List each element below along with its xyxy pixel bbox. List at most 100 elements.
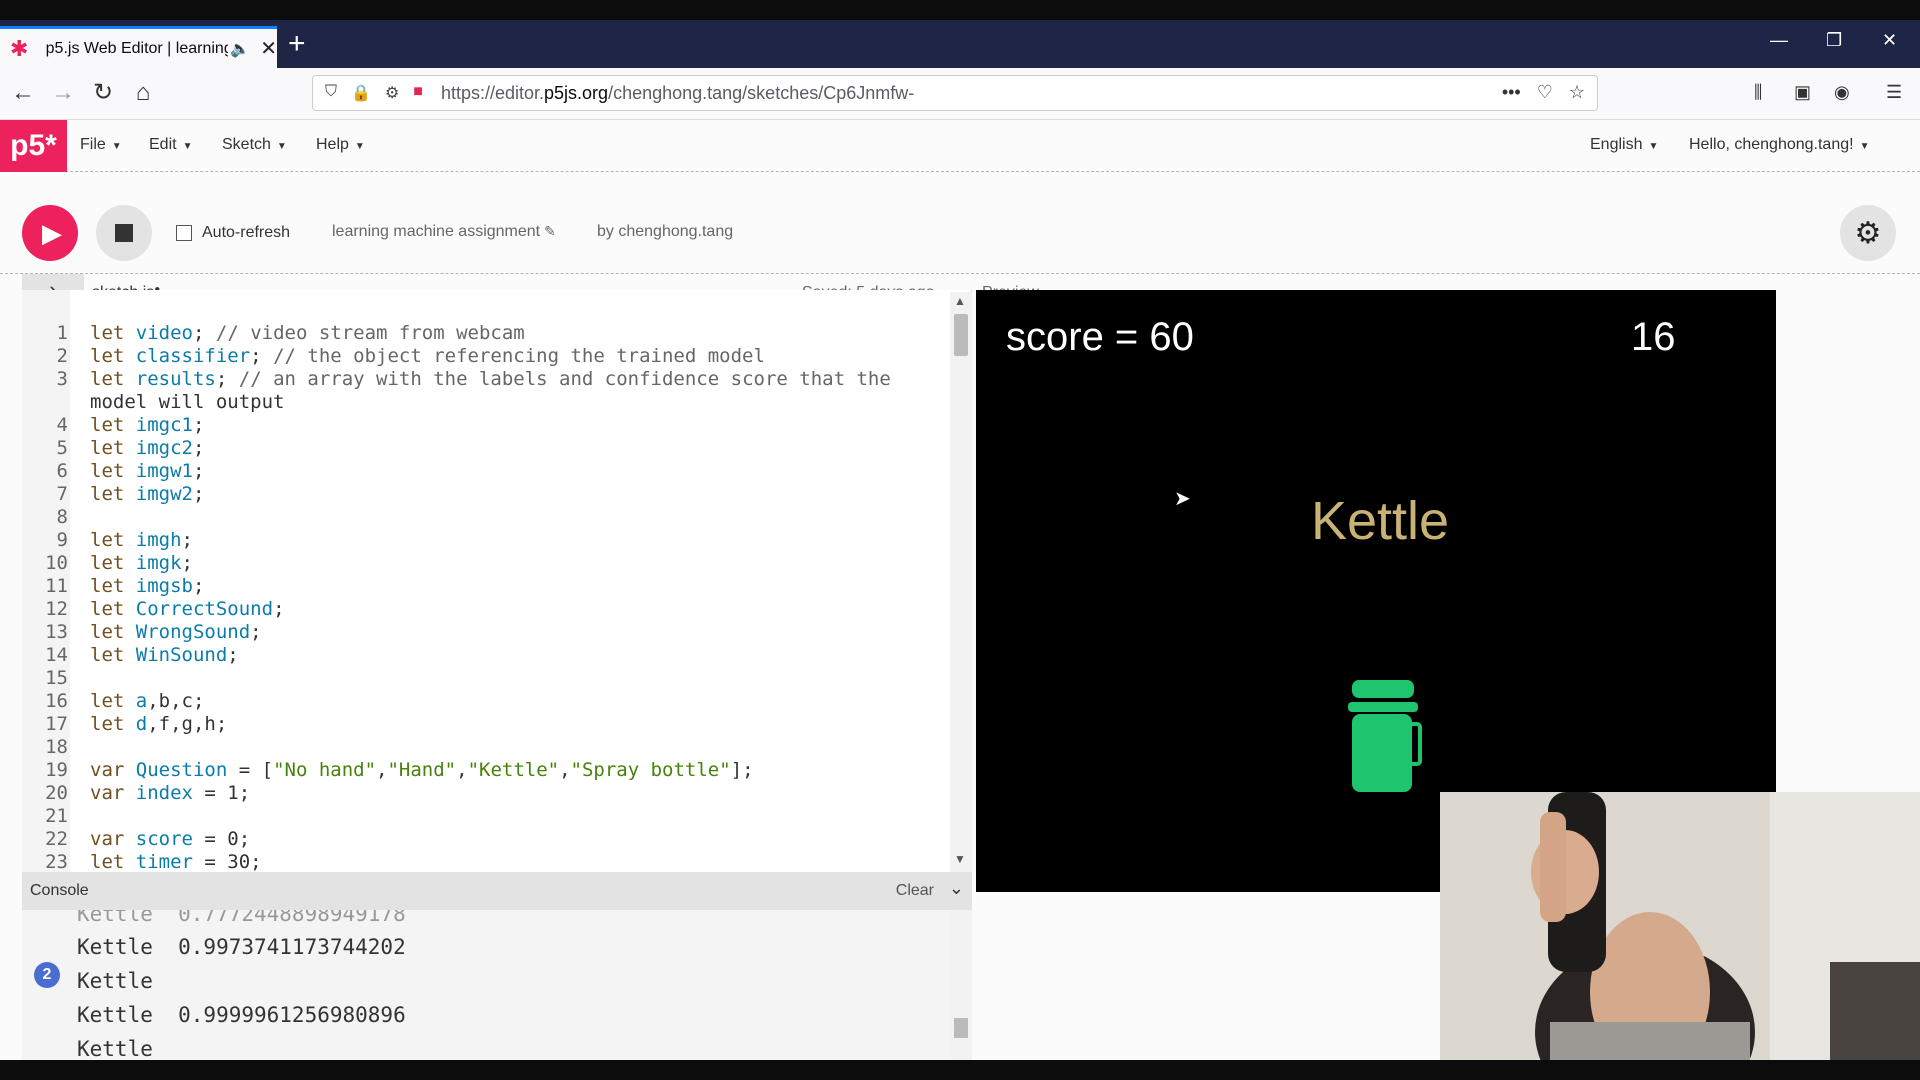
permissions-icon[interactable]: ⚙ xyxy=(385,83,399,103)
code-line[interactable]: 11 let imgsb; xyxy=(22,575,891,598)
code-line[interactable]: 19 var Question = ["No hand","Hand","Kett… xyxy=(22,759,891,782)
line-number: 16 xyxy=(45,690,68,712)
line-number: 9 xyxy=(56,529,68,551)
line-number: 22 xyxy=(45,828,68,850)
close-tab-icon[interactable]: ✕ xyxy=(260,36,277,61)
score-text: score = 60 xyxy=(1006,315,1194,359)
code-text: let imgk; xyxy=(90,552,193,574)
more-actions-icon[interactable]: ••• xyxy=(1502,82,1521,103)
project-name[interactable]: learning machine assignment ✎ xyxy=(332,223,556,241)
code-line[interactable]: 3 let results; // an array with the label… xyxy=(22,368,891,391)
code-line[interactable]: 21 xyxy=(22,805,891,828)
line-number: 12 xyxy=(45,598,68,620)
scroll-down-icon[interactable]: ▼ xyxy=(954,852,966,866)
code-line[interactable]: 20 var index = 1; xyxy=(22,782,891,805)
new-tab-button[interactable]: + xyxy=(288,29,306,59)
console-scrollbar[interactable] xyxy=(950,910,972,1060)
code-text: let imgw1; xyxy=(90,460,205,482)
library-icon[interactable]: ⫼ xyxy=(1754,82,1762,103)
hamburger-menu-icon[interactable]: ☰ xyxy=(1886,82,1902,103)
back-icon[interactable]: ← xyxy=(8,78,38,108)
lock-icon[interactable]: 🔒 xyxy=(351,83,371,103)
code-text: let imgsb; xyxy=(90,575,205,597)
home-icon[interactable]: ⌂ xyxy=(128,78,158,108)
line-number: 8 xyxy=(56,506,68,528)
play-button[interactable]: ▶ xyxy=(22,205,78,261)
camera-icon[interactable]: ■ xyxy=(413,83,423,103)
close-window-icon[interactable]: ✕ xyxy=(1882,30,1897,51)
line-number: 23 xyxy=(45,851,68,872)
pocket-icon[interactable]: ♡ xyxy=(1537,82,1553,103)
code-text: let classifier; // the object referencin… xyxy=(90,345,765,367)
code-line[interactable]: 5 let imgc2; xyxy=(22,437,891,460)
pencil-icon[interactable]: ✎ xyxy=(544,223,556,239)
editor-scrollbar[interactable]: ▲ ▼ xyxy=(950,292,972,872)
code-line[interactable]: 23 let timer = 30; xyxy=(22,851,891,872)
stop-button[interactable] xyxy=(96,205,152,261)
scroll-up-icon[interactable]: ▲ xyxy=(954,294,966,308)
user-menu[interactable]: Hello, chenghong.tang! ▼ xyxy=(1689,136,1869,154)
menu-sketch[interactable]: Sketch ▼ xyxy=(222,136,287,154)
code-line[interactable]: 6 let imgw1; xyxy=(22,460,891,483)
project-author[interactable]: by chenghong.tang xyxy=(597,223,733,241)
url-text[interactable]: https://editor.p5js.org/chenghong.tang/s… xyxy=(441,83,914,104)
auto-refresh-checkbox[interactable] xyxy=(176,225,192,241)
minimize-icon[interactable]: — xyxy=(1770,30,1788,51)
code-line[interactable]: 16 let a,b,c; xyxy=(22,690,891,713)
code-line[interactable]: 14 let WinSound; xyxy=(22,644,891,667)
code-line[interactable]: 15 xyxy=(22,667,891,690)
menu-edit[interactable]: Edit ▼ xyxy=(149,136,192,154)
forward-icon[interactable]: → xyxy=(48,78,78,108)
line-number: 17 xyxy=(45,713,68,735)
url-bar[interactable]: ⛉ 🔒 ⚙ ■ https://editor.p5js.org/chenghon… xyxy=(312,75,1598,111)
console-scroll-thumb[interactable] xyxy=(954,1018,968,1038)
code-text: let results; // an array with the labels… xyxy=(90,368,891,390)
code-line[interactable]: 9 let imgh; xyxy=(22,529,891,552)
p5-logo[interactable]: p5* xyxy=(0,120,67,172)
browser-tab[interactable]: ✱ p5.js Web Editor | learning machine as… xyxy=(0,26,277,68)
console-line: Kettle xyxy=(77,969,153,993)
chevron-down-icon[interactable]: ⌄ xyxy=(949,878,964,899)
code-line[interactable]: 8 xyxy=(22,506,891,529)
language-select[interactable]: English ▼ xyxy=(1590,136,1658,154)
console-header: Console Clear ⌄ xyxy=(22,872,972,910)
menu-file[interactable]: File ▼ xyxy=(80,136,122,154)
reload-icon[interactable]: ↻ xyxy=(88,78,118,108)
shield-icon[interactable]: ⛉ xyxy=(325,83,337,103)
settings-gear-icon[interactable]: ⚙ xyxy=(1840,205,1896,261)
code-text: let WinSound; xyxy=(90,644,239,666)
account-icon[interactable]: ◉ xyxy=(1834,82,1850,103)
speaker-icon[interactable]: 🔈 xyxy=(230,39,250,59)
line-number: 20 xyxy=(45,782,68,804)
code-text: let imgc1; xyxy=(90,414,205,436)
code-line[interactable]: 2 let classifier; // the object referenci… xyxy=(22,345,891,368)
code-line[interactable]: model will output xyxy=(22,391,891,414)
auto-refresh-toggle[interactable]: Auto-refresh xyxy=(176,224,290,242)
line-number: 13 xyxy=(45,621,68,643)
timer-text: 16 xyxy=(1631,315,1676,359)
auto-refresh-label: Auto-refresh xyxy=(202,224,291,241)
code-line[interactable]: 4 let imgc1; xyxy=(22,414,891,437)
code-line[interactable]: 13 let WrongSound; xyxy=(22,621,891,644)
line-number: 7 xyxy=(56,483,68,505)
sidebar-icon[interactable]: ▣ xyxy=(1794,82,1811,103)
code-line[interactable]: 1 let video; // video stream from webcam xyxy=(22,322,891,345)
console-clear-button[interactable]: Clear xyxy=(896,882,934,900)
code-line[interactable]: 17 let d,f,g,h; xyxy=(22,713,891,736)
code-line[interactable]: 7 let imgw2; xyxy=(22,483,891,506)
code-line[interactable]: 10 let imgk; xyxy=(22,552,891,575)
restore-icon[interactable]: ❐ xyxy=(1826,30,1842,51)
code-line[interactable]: 18 xyxy=(22,736,891,759)
console-line: Kettle 0.9999961256980896 xyxy=(77,1003,406,1027)
webcam-overlay xyxy=(1440,792,1920,1060)
menu-help[interactable]: Help ▼ xyxy=(316,136,365,154)
line-number: 3 xyxy=(56,368,68,390)
code-line[interactable]: 22 var score = 0; xyxy=(22,828,891,851)
code-text: let a,b,c; xyxy=(90,690,205,712)
bookmark-star-icon[interactable]: ☆ xyxy=(1569,82,1585,103)
code-editor[interactable]: 1 let video; // video stream from webcam 2… xyxy=(22,290,972,872)
browser-tab-strip: ✱ p5.js Web Editor | learning machine as… xyxy=(0,20,1920,68)
code-line[interactable]: 12 let CorrectSound; xyxy=(22,598,891,621)
caret-down-icon: ▼ xyxy=(1859,141,1870,152)
editor-scroll-thumb[interactable] xyxy=(954,314,968,356)
